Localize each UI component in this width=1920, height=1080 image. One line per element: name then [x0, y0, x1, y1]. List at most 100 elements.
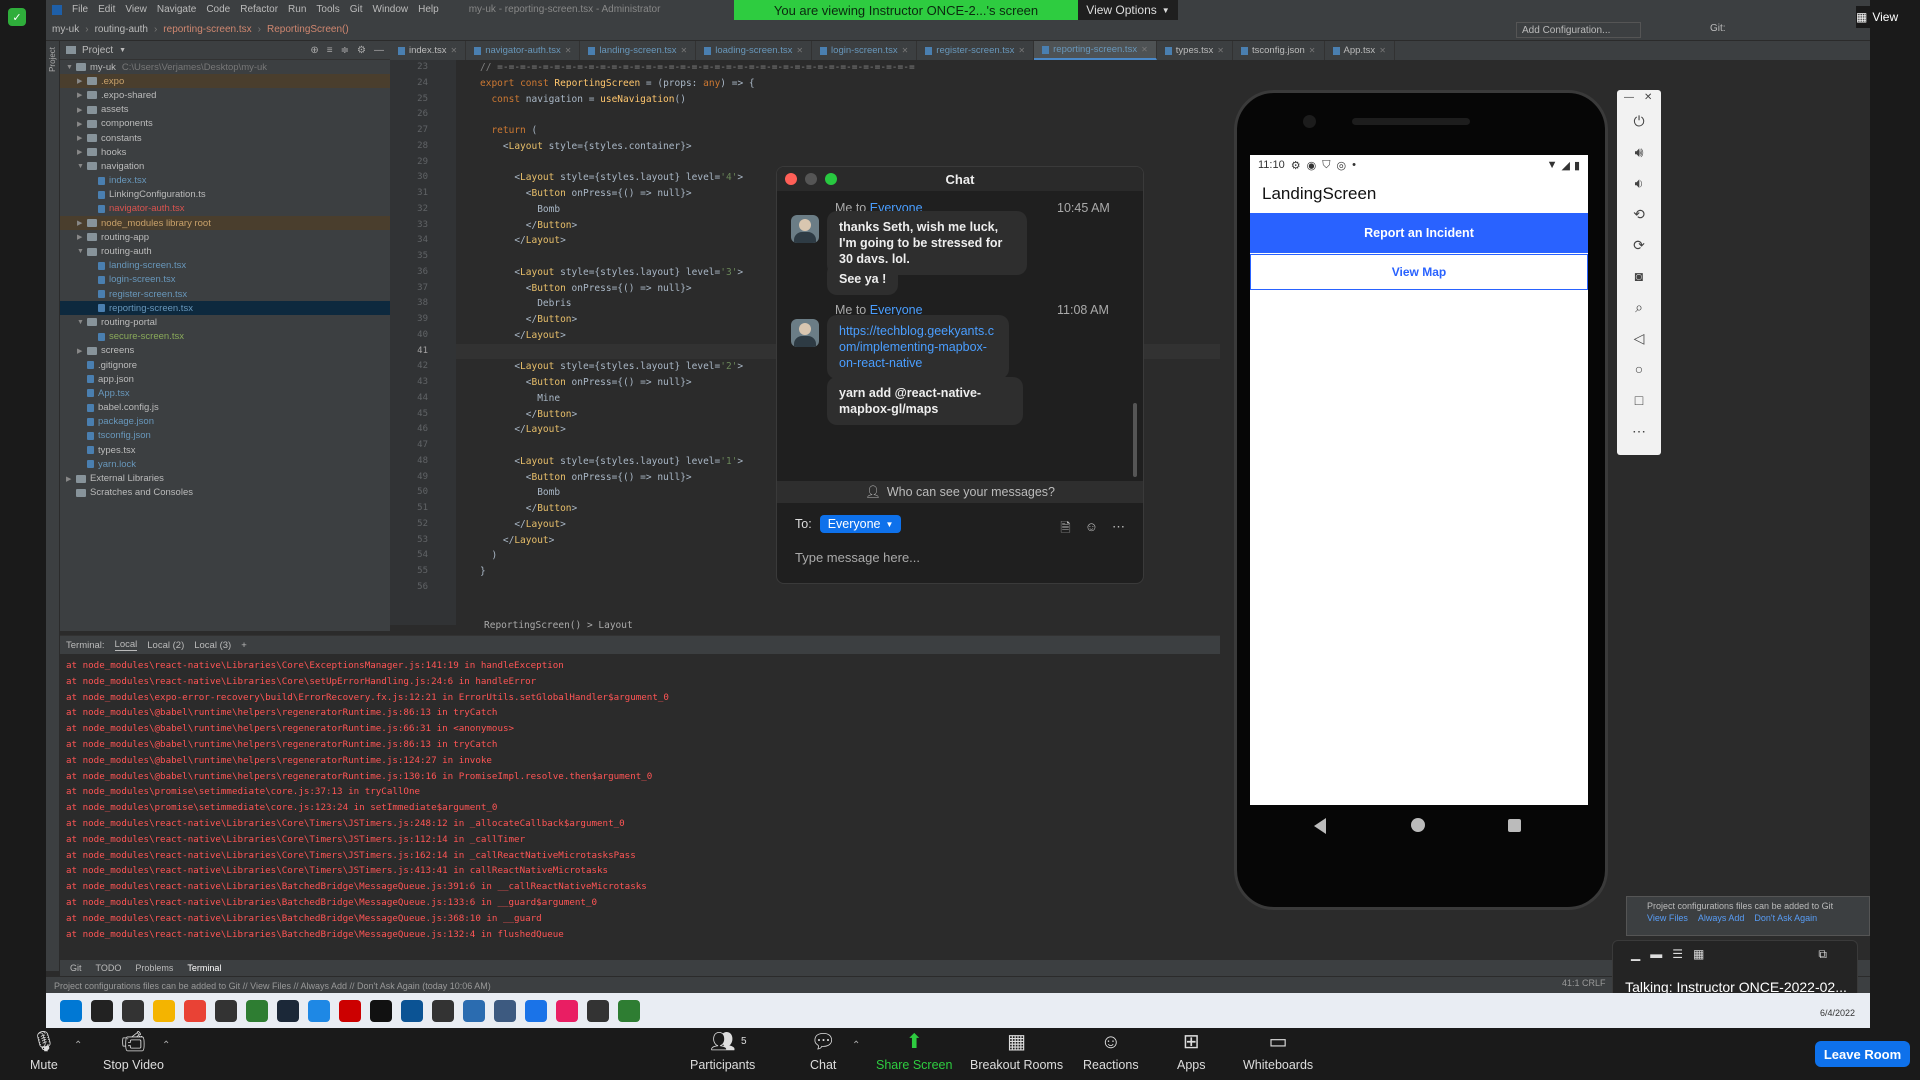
zoom-view-button[interactable]: ▦ View — [1856, 6, 1916, 28]
close-tab-icon[interactable]: ✕ — [451, 46, 458, 55]
taskbar-start-icon[interactable] — [60, 999, 82, 1022]
breadcrumb-item[interactable]: my-uk — [52, 24, 79, 35]
camera-icon[interactable]: ◙ — [1630, 267, 1648, 285]
tree-file[interactable]: babel.config.js — [60, 401, 390, 415]
editor-tab[interactable]: index.tsx ✕ — [390, 41, 467, 60]
terminal-line[interactable]: at node_modules\react-native\Libraries\B… — [66, 895, 1250, 911]
chevron-down-icon[interactable]: ▼ — [119, 47, 126, 54]
code-line[interactable]: return ( — [456, 123, 1246, 139]
maximize-window-icon[interactable] — [825, 173, 837, 185]
close-tab-icon[interactable]: ✕ — [796, 46, 803, 55]
tree-file[interactable]: app.json — [60, 372, 390, 386]
collapsed-arrow-icon[interactable]: ▶ — [77, 77, 87, 85]
terminal-line[interactable]: at node_modules\@babel\runtime\helpers\r… — [66, 705, 1250, 721]
tree-file[interactable]: .gitignore — [60, 358, 390, 372]
menu-item-refactor[interactable]: Refactor — [240, 4, 278, 15]
tree-file[interactable]: index.tsx — [60, 174, 390, 188]
code-line[interactable]: // =-=-=-=-=-=-=-=-=-=-=-=-=-=-=-=-=-=-=… — [456, 60, 1246, 76]
close-tab-icon[interactable]: ✕ — [1141, 45, 1148, 54]
tool-tab-terminal[interactable]: Terminal — [187, 963, 221, 973]
chat-options-caret-icon[interactable]: ⌃ — [852, 1040, 860, 1051]
recipient-dropdown[interactable]: Everyone ▼ — [819, 515, 902, 533]
taskbar-app-icon[interactable] — [618, 999, 640, 1022]
chat-link-bubble[interactable]: https://techblog.geekyants.com/implement… — [827, 315, 1009, 379]
tree-folder[interactable]: ▶ routing-app — [60, 230, 390, 244]
rotate-left-icon[interactable]: ⟲ — [1630, 205, 1648, 223]
taskbar-app-icon[interactable] — [494, 999, 516, 1022]
taskbar-epic-games-icon[interactable] — [215, 999, 237, 1022]
tree-file[interactable]: register-screen.tsx — [60, 287, 390, 301]
collapse-all-icon[interactable]: ≑ — [341, 45, 349, 56]
android-home-icon[interactable] — [1411, 818, 1425, 832]
tree-file[interactable]: secure-screen.tsx — [60, 330, 390, 344]
view-files-link[interactable]: View Files — [1647, 913, 1688, 923]
taskbar-task-view-icon[interactable] — [122, 999, 144, 1022]
code-line[interactable]: const navigation = useNavigation() — [456, 92, 1246, 108]
terminal-line[interactable]: at node_modules\@babel\runtime\helpers\r… — [66, 753, 1250, 769]
tree-folder[interactable]: ▼ routing-auth — [60, 244, 390, 258]
add-configuration-button[interactable]: Add Configuration... — [1516, 22, 1641, 38]
editor-tab[interactable]: landing-screen.tsx ✕ — [580, 41, 697, 60]
editor-tab[interactable]: navigator-auth.tsx ✕ — [466, 41, 581, 60]
expanded-arrow-icon[interactable]: ▼ — [77, 163, 87, 170]
menu-item-view[interactable]: View — [125, 4, 147, 15]
tree-folder[interactable]: ▶ .expo — [60, 74, 390, 89]
terminal-line[interactable]: at node_modules\@babel\runtime\helpers\r… — [66, 769, 1250, 785]
more-icon[interactable]: ⋯ — [1112, 519, 1125, 541]
taskbar-search-icon[interactable] — [91, 999, 113, 1022]
menu-item-file[interactable]: File — [72, 4, 88, 15]
breadcrumb-item[interactable]: ReportingScreen() — [267, 24, 349, 35]
menu-item-window[interactable]: Window — [373, 4, 409, 15]
zoom-icon[interactable]: ⌕ — [1630, 298, 1648, 316]
terminal-line[interactable]: at node_modules\promise\setimmediate\cor… — [66, 800, 1250, 816]
terminal-tab[interactable]: Local — [114, 639, 138, 651]
tree-folder[interactable]: ▶ assets — [60, 103, 390, 117]
strip-view-icon[interactable]: ▬ — [1650, 947, 1662, 962]
project-stripe-label[interactable]: Project — [48, 47, 57, 72]
home-icon[interactable]: ○ — [1630, 360, 1648, 378]
tree-file[interactable]: landing-screen.tsx — [60, 259, 390, 273]
locate-icon[interactable]: ⊕ — [310, 45, 318, 56]
terminal-line[interactable]: at node_modules\react-native\Libraries\B… — [66, 911, 1250, 927]
tree-folder[interactable]: ▶ hooks — [60, 145, 390, 159]
taskbar-app-icon[interactable] — [401, 999, 423, 1022]
tree-file[interactable]: navigator-auth.tsx — [60, 202, 390, 216]
overview-icon[interactable]: □ — [1630, 391, 1648, 409]
breadcrumb-item[interactable]: reporting-screen.tsx — [163, 24, 251, 35]
editor-tab[interactable]: register-screen.tsx ✕ — [917, 41, 1035, 60]
tree-folder[interactable]: ▶ components — [60, 117, 390, 131]
tree-folder[interactable]: ▼ routing-portal — [60, 315, 390, 329]
taskbar-zoom-icon[interactable] — [525, 999, 547, 1022]
terminal-line[interactable]: at node_modules\react-native\Libraries\C… — [66, 848, 1250, 864]
dont-ask-again-link[interactable]: Don't Ask Again — [1754, 913, 1817, 923]
taskbar-slack-icon[interactable] — [556, 999, 578, 1022]
collapsed-arrow-icon[interactable]: ▶ — [77, 134, 87, 142]
close-window-icon[interactable] — [785, 173, 797, 185]
code-line[interactable] — [456, 107, 1246, 123]
terminal-line[interactable]: at node_modules\promise\setimmediate\cor… — [66, 784, 1250, 800]
emoji-icon[interactable]: ☺ — [1085, 519, 1098, 541]
video-options-caret-icon[interactable]: ⌃ — [162, 1040, 170, 1051]
close-tab-icon[interactable]: ✕ — [565, 46, 572, 55]
minimize-icon[interactable]: ▁ — [1631, 947, 1640, 962]
zoom-security-shield-icon[interactable]: ✓ — [8, 8, 26, 26]
emulator-minimize-icon[interactable]: — — [1624, 92, 1634, 103]
menu-item-git[interactable]: Git — [350, 4, 363, 15]
view-map-button[interactable]: View Map — [1250, 254, 1588, 290]
terminal-output[interactable]: at node_modules\react-native\Libraries\C… — [60, 654, 1250, 942]
taskbar-app-icon[interactable] — [432, 999, 454, 1022]
terminal-line[interactable]: at node_modules\react-native\Libraries\C… — [66, 863, 1250, 879]
tree-folder[interactable]: ▼ navigation — [60, 159, 390, 173]
tree-folder[interactable]: ▶ screens — [60, 344, 390, 358]
minimize-window-icon[interactable] — [805, 173, 817, 185]
status-message[interactable]: Project configurations files can be adde… — [54, 981, 491, 991]
editor-tab[interactable]: types.tsx ✕ — [1157, 41, 1233, 60]
terminal-tab[interactable]: Local (2) — [147, 640, 184, 651]
taskbar-app-icon[interactable] — [463, 999, 485, 1022]
apps-button[interactable]: ⊞ Apps — [1177, 1030, 1206, 1072]
share-screen-button[interactable]: ⬆︎ Share Screen — [876, 1030, 952, 1072]
terminal-line[interactable]: at node_modules\@babel\runtime\helpers\r… — [66, 737, 1250, 753]
android-back-icon[interactable] — [1314, 818, 1326, 834]
tree-file[interactable]: login-screen.tsx — [60, 273, 390, 287]
tree-folder[interactable]: ▶ External Libraries — [60, 471, 390, 485]
